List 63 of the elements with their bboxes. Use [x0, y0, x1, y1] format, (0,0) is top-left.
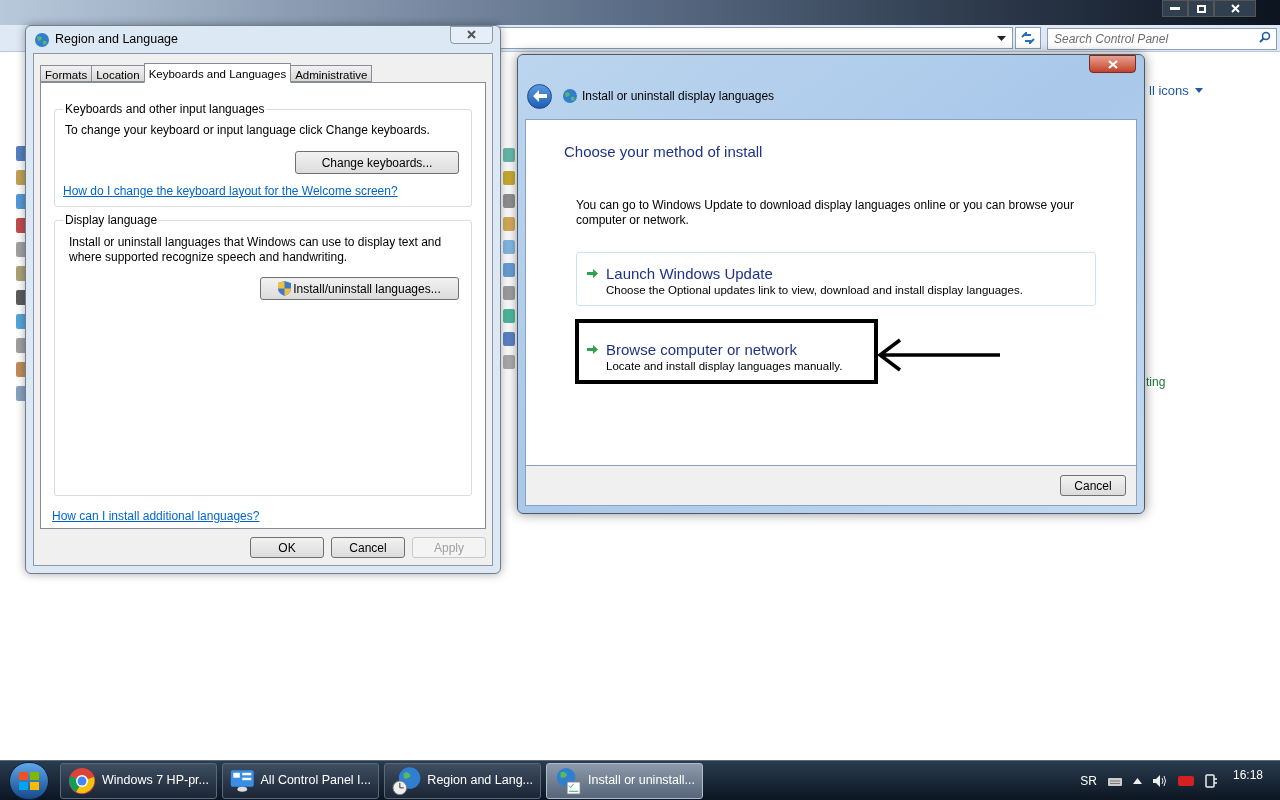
- start-button[interactable]: [9, 761, 49, 800]
- caret-icon: [1194, 88, 1203, 94]
- search-icon: [1259, 31, 1271, 43]
- option-title: Browse computer or network: [606, 340, 798, 359]
- tab[interactable]: Location: [91, 65, 145, 82]
- page-heading: Choose your method of install: [564, 142, 764, 162]
- up-arrow-icon[interactable]: [1133, 777, 1142, 784]
- close-button[interactable]: [1089, 55, 1136, 73]
- group-description: Install or uninstall languages that Windows can use to display text and where supported recognize speech and handwriting.: [69, 235, 443, 265]
- close-button[interactable]: [450, 25, 493, 44]
- search-field[interactable]: Search Control Panel: [1047, 28, 1277, 50]
- group-description: To change your keyboard or input language click Change keyboards.: [65, 122, 431, 139]
- tab[interactable]: Keyboards and Languages: [143, 63, 292, 83]
- globe-checklist-icon: [554, 765, 582, 796]
- group-heading: Display language: [64, 212, 159, 229]
- taskbar-button[interactable]: Install or uninstall...: [546, 762, 703, 799]
- view-by-menu[interactable]: ll icons: [1149, 81, 1203, 101]
- option-link[interactable]: Launch Windows Update Choose the Optional updates link to view, download and install display languages.: [576, 251, 1096, 306]
- back-arrow-icon: [532, 90, 547, 102]
- language-indicator[interactable]: SR: [1080, 771, 1097, 790]
- help-link[interactable]: How do I change the keyboard layout for the Welcome screen?: [63, 182, 461, 200]
- taskbar-button[interactable]: Region and Lang...: [384, 762, 541, 799]
- shield-icon: [278, 281, 292, 296]
- dialog-button[interactable]: OK: [250, 537, 324, 558]
- close-button[interactable]: [1214, 0, 1256, 17]
- arrow-icon: [587, 343, 598, 355]
- option-link[interactable]: Browse computer or network Locate and install display languages manually.: [576, 327, 856, 382]
- browser-icon: [68, 766, 96, 795]
- taskbar-button[interactable]: Windows 7 HP-pr...: [60, 762, 217, 799]
- option-description: Locate and install display languages manually.: [606, 358, 843, 373]
- speaker-icon[interactable]: [1152, 773, 1168, 788]
- control-panel-item[interactable]: ting: [1146, 373, 1166, 391]
- option-title: Launch Windows Update: [606, 264, 774, 283]
- globe-icon: [34, 31, 50, 48]
- maximize-button[interactable]: [1188, 0, 1214, 17]
- dialog-button[interactable]: Cancel: [331, 537, 405, 558]
- clock[interactable]: 16:18: [1228, 765, 1268, 784]
- windows-logo-icon: [19, 771, 39, 790]
- globe-clock-icon: [392, 765, 422, 796]
- dropdown-icon: [997, 35, 1006, 41]
- install-languages-button[interactable]: Install/uninstall languages...: [260, 277, 459, 300]
- globe-icon: [562, 88, 578, 104]
- power-plug-icon[interactable]: [1204, 772, 1218, 789]
- intro-text: You can go to Windows Update to download display languages online or you can browse your computer or network.: [576, 197, 1075, 228]
- taskbar-button[interactable]: All Control Panel I...: [222, 762, 379, 799]
- cancel-button[interactable]: Cancel: [1060, 475, 1126, 496]
- window-title: Install or uninstall display languages: [582, 88, 775, 105]
- minimize-button[interactable]: [1162, 0, 1188, 17]
- help-link[interactable]: How can I install additional languages?: [52, 507, 472, 525]
- tray-icon[interactable]: [1178, 774, 1194, 787]
- close-icon: [1230, 4, 1240, 13]
- group-heading: Keyboards and other input languages: [64, 101, 266, 118]
- window-title: Region and Language: [55, 31, 179, 49]
- back-button[interactable]: [527, 83, 552, 109]
- close-icon: [467, 30, 476, 39]
- arrow-icon: [587, 267, 598, 279]
- change-keyboards-button[interactable]: Change keyboards...: [295, 151, 459, 174]
- close-icon: [1107, 59, 1118, 69]
- tab[interactable]: Formats: [40, 65, 93, 82]
- refresh-icon: [1021, 32, 1035, 44]
- tab[interactable]: Administrative: [290, 65, 373, 82]
- refresh-button[interactable]: [1015, 27, 1041, 49]
- option-description: Choose the Optional updates link to view, download and install display languages.: [606, 282, 1023, 297]
